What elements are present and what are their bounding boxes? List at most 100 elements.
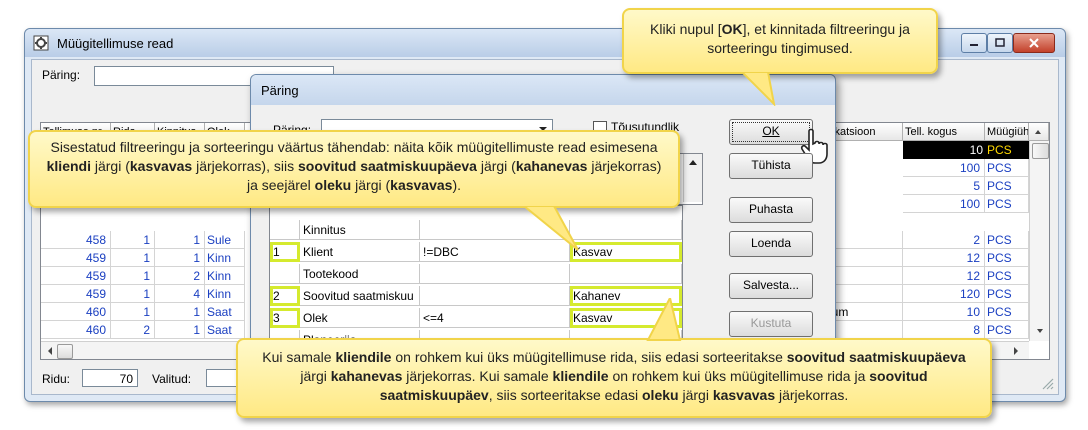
confirmation-cell: 1	[155, 231, 205, 249]
quantity-cell: 120	[903, 285, 985, 303]
specification-cell	[827, 249, 903, 267]
unit-cell: PCS	[985, 231, 1029, 249]
callout-text: ).	[452, 177, 462, 193]
quantity-cell: 2	[903, 231, 985, 249]
order-nr-cell: 460	[41, 321, 111, 339]
column-header-specification[interactable]: fikatsioon	[827, 123, 903, 141]
cancel-button[interactable]: Tühista	[729, 153, 813, 179]
callout-pointer	[522, 206, 579, 251]
sort-order-cell[interactable]: 2	[270, 286, 300, 306]
callout-bold: kliendi	[46, 158, 91, 174]
query-row[interactable]: 3 Olek <=4 Kasvav	[270, 308, 682, 328]
specification-cell	[827, 231, 903, 249]
callout-bold: oleku	[642, 387, 679, 403]
quantity-cell: 10	[969, 143, 983, 157]
field-name-cell[interactable]: Kinnitus	[300, 220, 420, 240]
line-cell: 2	[111, 321, 155, 339]
callout-text: Kui samale	[262, 349, 336, 365]
filter-cell[interactable]	[420, 286, 570, 306]
confirmation-cell: 2	[155, 267, 205, 285]
arrow-up-icon[interactable]	[684, 154, 702, 172]
field-name-cell[interactable]: Klient	[300, 242, 420, 262]
save-button[interactable]: Salvesta...	[729, 273, 813, 299]
specification-cell	[827, 321, 903, 339]
order-nr-cell: 460	[41, 303, 111, 321]
query-row[interactable]: 1 Klient !=DBC Kasvav	[270, 242, 682, 262]
callout-text: on rohkem kui üks müügitellimuse rida ja	[608, 368, 870, 384]
unit-cell: PCS	[985, 285, 1029, 303]
window-title: Müügitellimuse read	[57, 36, 174, 51]
sort-direction-cell[interactable]	[570, 220, 682, 240]
callout-text: järjekorras), siis	[192, 158, 298, 174]
bottom-callout: Kui samale kliendile on rohkem kui üks m…	[236, 338, 992, 418]
unit-cell: PCS	[985, 267, 1029, 285]
clear-button[interactable]: Puhasta	[729, 197, 813, 223]
order-nr-cell: 459	[41, 285, 111, 303]
state-cell: Saat	[205, 321, 245, 339]
specification-cell	[827, 267, 903, 285]
maximize-button[interactable]	[987, 33, 1013, 53]
close-icon	[1029, 38, 1039, 48]
ok-callout: Kliki nupul [OK], et kinnitada filtreeri…	[622, 8, 938, 74]
scrollbar-thumb[interactable]	[1032, 143, 1049, 159]
resize-grip-icon[interactable]	[1040, 376, 1054, 390]
minimize-button[interactable]	[961, 33, 987, 53]
column-header-quantity[interactable]: Tell. kogus	[903, 123, 985, 141]
sort-direction-cell[interactable]	[570, 264, 682, 284]
specification-cell	[827, 285, 903, 303]
confirmation-cell: 1	[155, 249, 205, 267]
query-row[interactable]: Kinnitus	[270, 220, 682, 240]
app-icon	[33, 35, 49, 51]
order-nr-cell: 459	[41, 249, 111, 267]
callout-bold: kasvavas	[712, 387, 776, 403]
filter-cell[interactable]	[420, 264, 570, 284]
callout-pointer	[646, 298, 682, 341]
sort-direction-cell[interactable]: Kasvav	[570, 242, 682, 262]
query-grid-scrollbar[interactable]	[683, 154, 702, 202]
arrow-down-icon[interactable]	[1032, 323, 1048, 339]
unit-cell: PCS	[985, 177, 1029, 195]
sort-order-cell[interactable]: 3	[270, 308, 300, 328]
callout-bold: kliendile	[552, 368, 609, 384]
scrollbar-thumb[interactable]	[57, 344, 73, 359]
query-row[interactable]: Tootekood	[270, 264, 682, 284]
callout-text: , siis sorteeritakse edasi	[488, 387, 642, 403]
query-row[interactable]: 2 Soovitud saatmiskuu Kahanev	[270, 286, 682, 306]
sort-order-cell[interactable]	[270, 220, 300, 240]
quantity-cell: 5	[903, 177, 985, 195]
sort-order-cell[interactable]: 1	[270, 242, 300, 262]
field-name-cell[interactable]: Olek	[300, 308, 420, 328]
line-cell: 1	[111, 249, 155, 267]
confirmation-cell: 1	[155, 321, 205, 339]
close-button[interactable]	[1013, 33, 1055, 53]
field-name-cell[interactable]: Tootekood	[300, 264, 420, 284]
quantity-cell: 10	[903, 303, 985, 321]
state-cell: Kinn	[205, 267, 245, 285]
callout-pointer	[740, 72, 776, 106]
callout-bold: soovitud saatmiskuupäeva	[786, 349, 966, 365]
sort-callout: Sisestatud filtreeringu ja sorteeringu v…	[28, 130, 680, 208]
arrow-left-icon[interactable]	[43, 343, 57, 359]
quantity-cell: 12	[903, 249, 985, 267]
order-nr-cell: 459	[41, 267, 111, 285]
column-header-unit[interactable]: Müügiüh	[985, 123, 1029, 141]
callout-bold: kahanevas	[330, 368, 403, 384]
quantity-cell: 12	[903, 267, 985, 285]
callout-text: järgi (	[351, 177, 391, 193]
callout-text: järjekorras.	[775, 387, 849, 403]
quantity-cell: 100	[903, 195, 985, 213]
state-cell: Kinn	[205, 285, 245, 303]
list-button[interactable]: Loenda	[729, 231, 813, 257]
vertical-scrollbar[interactable]	[1029, 141, 1049, 341]
arrow-right-icon[interactable]	[1009, 343, 1023, 359]
filter-cell[interactable]: <=4	[420, 308, 570, 328]
sort-order-cell[interactable]	[270, 264, 300, 284]
unit-cell: PCS	[985, 159, 1029, 177]
scroll-up-button[interactable]	[1029, 123, 1049, 141]
field-name-cell[interactable]: Soovitud saatmiskuu	[300, 286, 420, 306]
callout-bold: kasvavas	[129, 158, 193, 174]
selected-row[interactable]: 10 PCS	[903, 141, 1029, 159]
ok-button-label: OK	[762, 124, 780, 138]
delete-button[interactable]: Kustuta	[729, 311, 813, 337]
minimize-icon	[970, 44, 978, 46]
